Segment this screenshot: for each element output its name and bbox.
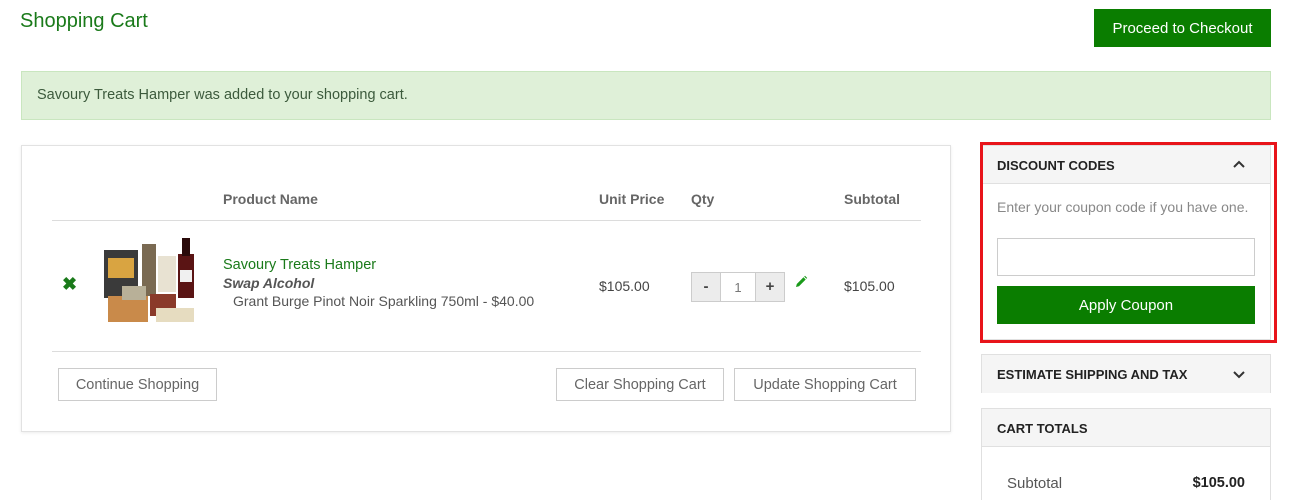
product-name-link[interactable]: Savoury Treats Hamper [223, 257, 376, 273]
pencil-icon[interactable] [794, 275, 808, 289]
product-option-value: Grant Burge Pinot Noir Sparkling 750ml -… [233, 293, 535, 309]
clear-cart-button[interactable]: Clear Shopping Cart [556, 368, 724, 401]
cart-totals-title: CART TOTALS [997, 421, 1088, 436]
cart-table: Product Name Unit Price Qty Subtotal ✖ S… [21, 145, 951, 432]
estimate-shipping-title: ESTIMATE SHIPPING AND TAX [997, 367, 1188, 382]
success-message: Savoury Treats Hamper was added to your … [21, 71, 1271, 120]
discount-codes-header[interactable]: DISCOUNT CODES [982, 146, 1270, 184]
cart-totals-panel: CART TOTALS Subtotal $105.00 [981, 408, 1271, 500]
coupon-code-input[interactable] [997, 238, 1255, 276]
discount-codes-panel: DISCOUNT CODES Enter your coupon code if… [981, 145, 1271, 340]
product-option-label: Swap Alcohol [223, 275, 315, 291]
estimate-shipping-header[interactable]: ESTIMATE SHIPPING AND TAX [982, 355, 1270, 393]
qty-input[interactable] [720, 273, 756, 301]
quantity-stepper: - + [691, 272, 785, 302]
col-header-product: Product Name [223, 191, 318, 207]
remove-item-icon[interactable]: ✖ [62, 274, 77, 295]
qty-increase-button[interactable]: + [756, 273, 784, 301]
row-subtotal: $105.00 [844, 278, 895, 294]
cart-totals-header: CART TOTALS [982, 409, 1270, 447]
coupon-help-text: Enter your coupon code if you have one. [997, 199, 1249, 215]
product-image[interactable] [98, 236, 202, 328]
totals-subtotal-value: $105.00 [1192, 475, 1245, 491]
chevron-down-icon[interactable] [1230, 365, 1248, 383]
divider [52, 351, 921, 352]
totals-subtotal-label: Subtotal [1007, 475, 1063, 492]
proceed-to-checkout-button[interactable]: Proceed to Checkout [1094, 9, 1271, 47]
chevron-up-icon[interactable] [1230, 156, 1248, 174]
discount-codes-title: DISCOUNT CODES [997, 158, 1115, 173]
unit-price: $105.00 [599, 278, 650, 294]
col-header-subtotal: Subtotal [844, 191, 900, 207]
col-header-unit-price: Unit Price [599, 191, 665, 207]
estimate-shipping-panel: ESTIMATE SHIPPING AND TAX [981, 354, 1271, 393]
update-cart-button[interactable]: Update Shopping Cart [734, 368, 916, 401]
col-header-qty: Qty [691, 191, 715, 207]
continue-shopping-button[interactable]: Continue Shopping [58, 368, 217, 401]
divider [52, 220, 921, 221]
qty-decrease-button[interactable]: - [692, 273, 720, 301]
page-title: Shopping Cart [20, 10, 148, 32]
apply-coupon-button[interactable]: Apply Coupon [997, 286, 1255, 324]
